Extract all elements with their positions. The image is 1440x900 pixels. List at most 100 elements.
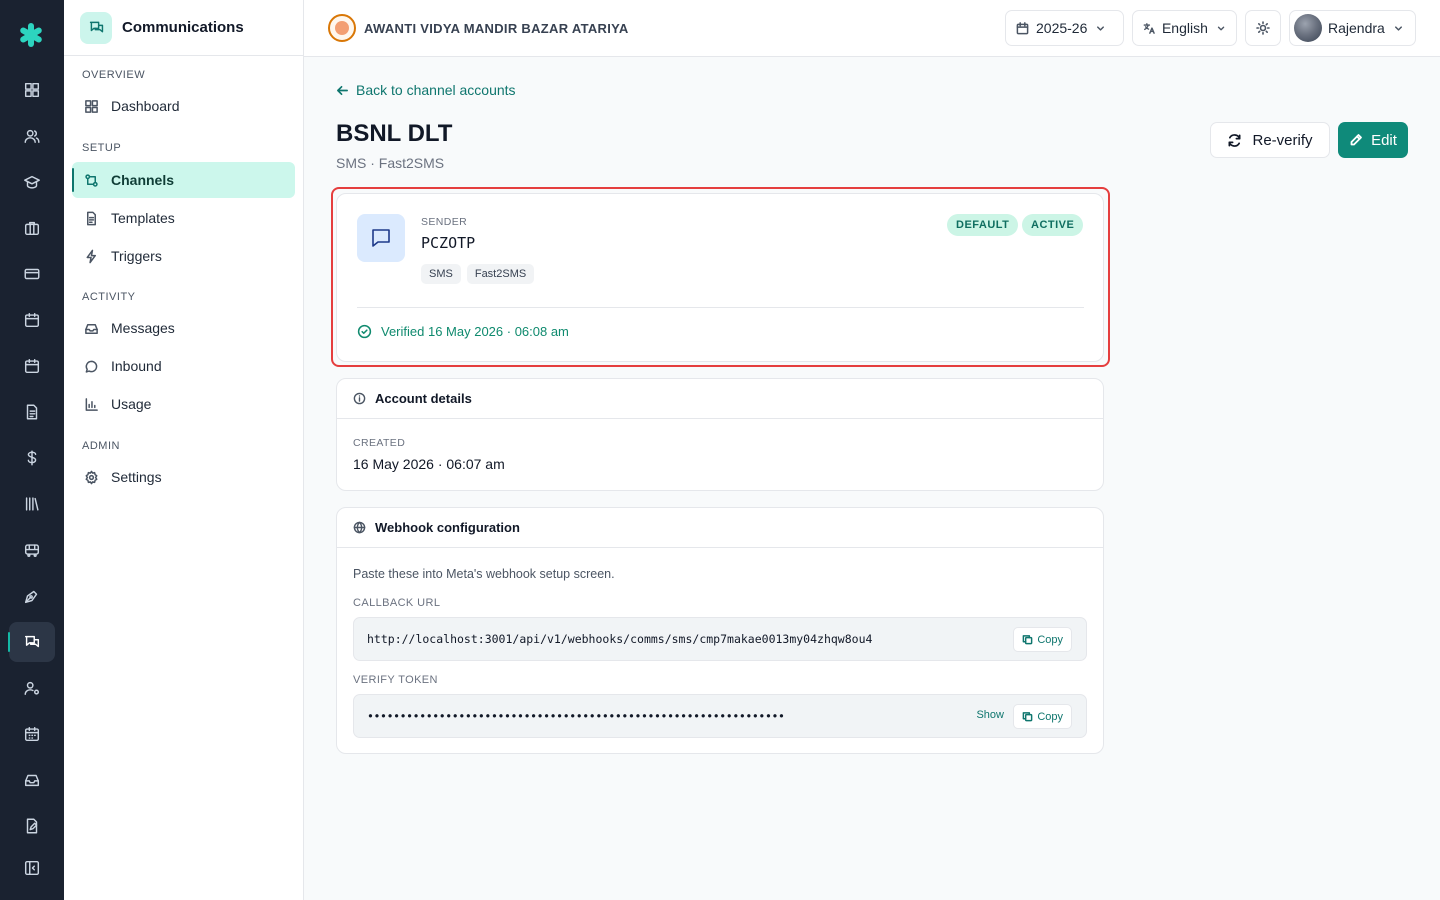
translate-icon <box>1143 22 1155 34</box>
page-title: BSNL DLT <box>336 120 453 147</box>
sidebar-item-label: Templates <box>111 210 175 226</box>
arrow-left-icon <box>337 85 348 95</box>
edit-button[interactable]: Edit <box>1338 122 1408 158</box>
rail-calendar-icon[interactable] <box>9 300 55 340</box>
copy-label: Copy <box>1037 710 1063 723</box>
section-overview: OVERVIEW <box>82 69 146 81</box>
school-info: AWANTI VIDYA MANDIR BAZAR ATARIYA <box>328 14 629 42</box>
sidebar-item-usage[interactable]: Usage <box>72 386 295 422</box>
sidebar-title: Communications <box>122 19 244 36</box>
rail-collapse-icon[interactable] <box>9 848 55 888</box>
edit-label: Edit <box>1371 131 1397 149</box>
theme-toggle[interactable] <box>1245 10 1281 46</box>
school-name: AWANTI VIDYA MANDIR BAZAR ATARIYA <box>364 20 629 36</box>
rail-document-icon[interactable] <box>9 392 55 432</box>
rail-pen-icon[interactable] <box>9 576 55 616</box>
user-menu[interactable]: Rajendra <box>1289 10 1416 46</box>
copy-token-button[interactable]: Copy <box>1013 704 1072 729</box>
verify-token-value: ••••••••••••••••••••••••••••••••••••••••… <box>367 709 785 723</box>
created-label: CREATED <box>353 437 406 449</box>
sidebar-item-templates[interactable]: Templates <box>72 200 295 236</box>
copy-icon <box>1022 712 1033 722</box>
chat-icon <box>80 11 112 44</box>
sidebar-item-label: Messages <box>111 320 175 336</box>
language-select[interactable]: English <box>1132 10 1237 46</box>
rail-library-icon[interactable] <box>9 484 55 524</box>
pencil-icon <box>1350 134 1362 146</box>
rail-academics-icon[interactable] <box>9 162 55 202</box>
section-setup: SETUP <box>82 142 122 154</box>
verify-token-field[interactable]: ••••••••••••••••••••••••••••••••••••••••… <box>353 694 1087 738</box>
file-icon <box>87 211 96 225</box>
webhook-description: Paste these into Meta's webhook setup sc… <box>353 567 615 581</box>
academic-year-value: 2025-26 <box>1036 20 1088 36</box>
app-rail <box>0 0 64 900</box>
sidebar-header: Communications <box>64 0 303 56</box>
section-activity: ACTIVITY <box>82 291 136 303</box>
show-token-button[interactable]: Show <box>976 709 1004 721</box>
copy-icon <box>1022 635 1033 645</box>
created-value: 16 May 2026 · 06:07 am <box>353 456 505 472</box>
sidebar-item-dashboard[interactable]: Dashboard <box>72 88 295 124</box>
bolt-icon <box>86 249 96 263</box>
back-link[interactable]: Back to channel accounts <box>336 82 516 98</box>
bar-chart-icon <box>85 397 98 411</box>
sidebar-item-messages[interactable]: Messages <box>72 310 295 346</box>
academic-year-select[interactable]: 2025-26 <box>1005 10 1124 46</box>
grid-icon <box>85 99 98 113</box>
sidebar-item-inbound[interactable]: Inbound <box>72 348 295 384</box>
user-name: Rajendra <box>1328 20 1385 36</box>
callback-url-label: CALLBACK URL <box>353 597 441 609</box>
rail-card-icon[interactable] <box>9 254 55 294</box>
chevron-down-icon <box>1217 26 1225 30</box>
language-value: English <box>1161 20 1208 36</box>
info-icon <box>353 392 366 405</box>
sidebar-item-label: Channels <box>111 172 175 188</box>
sidebar-item-label: Settings <box>111 469 162 485</box>
rail-schedule-icon[interactable] <box>9 714 55 754</box>
rail-dashboard-icon[interactable] <box>9 70 55 110</box>
sun-icon <box>1256 21 1270 35</box>
sidebar-item-settings[interactable]: Settings <box>72 459 295 495</box>
chevron-down-icon <box>1394 25 1402 31</box>
rail-dollar-icon[interactable] <box>9 438 55 478</box>
account-details-card: Account details CREATED 16 May 2026 · 06… <box>336 378 1104 491</box>
refresh-icon <box>1228 133 1241 147</box>
webhook-card: Webhook configuration Paste these into M… <box>336 507 1104 754</box>
page-subtitle: SMS · Fast2SMS <box>336 155 445 171</box>
sidebar: Communications OVERVIEW Dashboard SETUP … <box>64 0 304 900</box>
chevron-down-icon <box>1097 25 1105 31</box>
sidebar-item-triggers[interactable]: Triggers <box>72 238 295 274</box>
sidebar-item-label: Inbound <box>111 358 162 374</box>
avatar <box>1294 14 1322 42</box>
webhook-header: Webhook configuration <box>337 508 1103 548</box>
inbox-icon <box>85 323 98 334</box>
rail-bus-icon[interactable] <box>9 530 55 570</box>
rail-briefcase-icon[interactable] <box>9 208 55 248</box>
rail-inbox-icon[interactable] <box>9 760 55 800</box>
top-bar: AWANTI VIDYA MANDIR BAZAR ATARIYA 2025-2… <box>304 0 1440 57</box>
account-details-title: Account details <box>375 391 472 406</box>
rail-calendar-alt-icon[interactable] <box>9 346 55 386</box>
copy-label: Copy <box>1037 633 1063 646</box>
gear-icon <box>85 470 98 484</box>
message-circle-icon <box>85 360 98 373</box>
sidebar-item-label: Dashboard <box>111 98 180 114</box>
rail-communications-icon[interactable] <box>8 622 55 662</box>
calendar-icon <box>1016 21 1029 34</box>
reverify-label: Re-verify <box>1252 131 1313 149</box>
reverify-button[interactable]: Re-verify <box>1210 122 1330 158</box>
callback-url-field[interactable]: http://localhost:3001/api/v1/webhooks/co… <box>353 617 1087 661</box>
rail-users-icon[interactable] <box>9 116 55 156</box>
verify-token-label: VERIFY TOKEN <box>353 674 438 686</box>
highlight-box <box>331 187 1110 367</box>
app-logo-icon[interactable] <box>16 20 46 50</box>
route-icon <box>85 173 98 187</box>
rail-file-edit-icon[interactable] <box>9 806 55 846</box>
account-details-header: Account details <box>337 379 1103 419</box>
copy-callback-button[interactable]: Copy <box>1013 627 1072 652</box>
sidebar-item-channels[interactable]: Channels <box>72 162 295 198</box>
rail-user-settings-icon[interactable] <box>9 668 55 708</box>
sidebar-item-label: Usage <box>111 396 152 412</box>
back-link-label: Back to channel accounts <box>356 82 516 98</box>
